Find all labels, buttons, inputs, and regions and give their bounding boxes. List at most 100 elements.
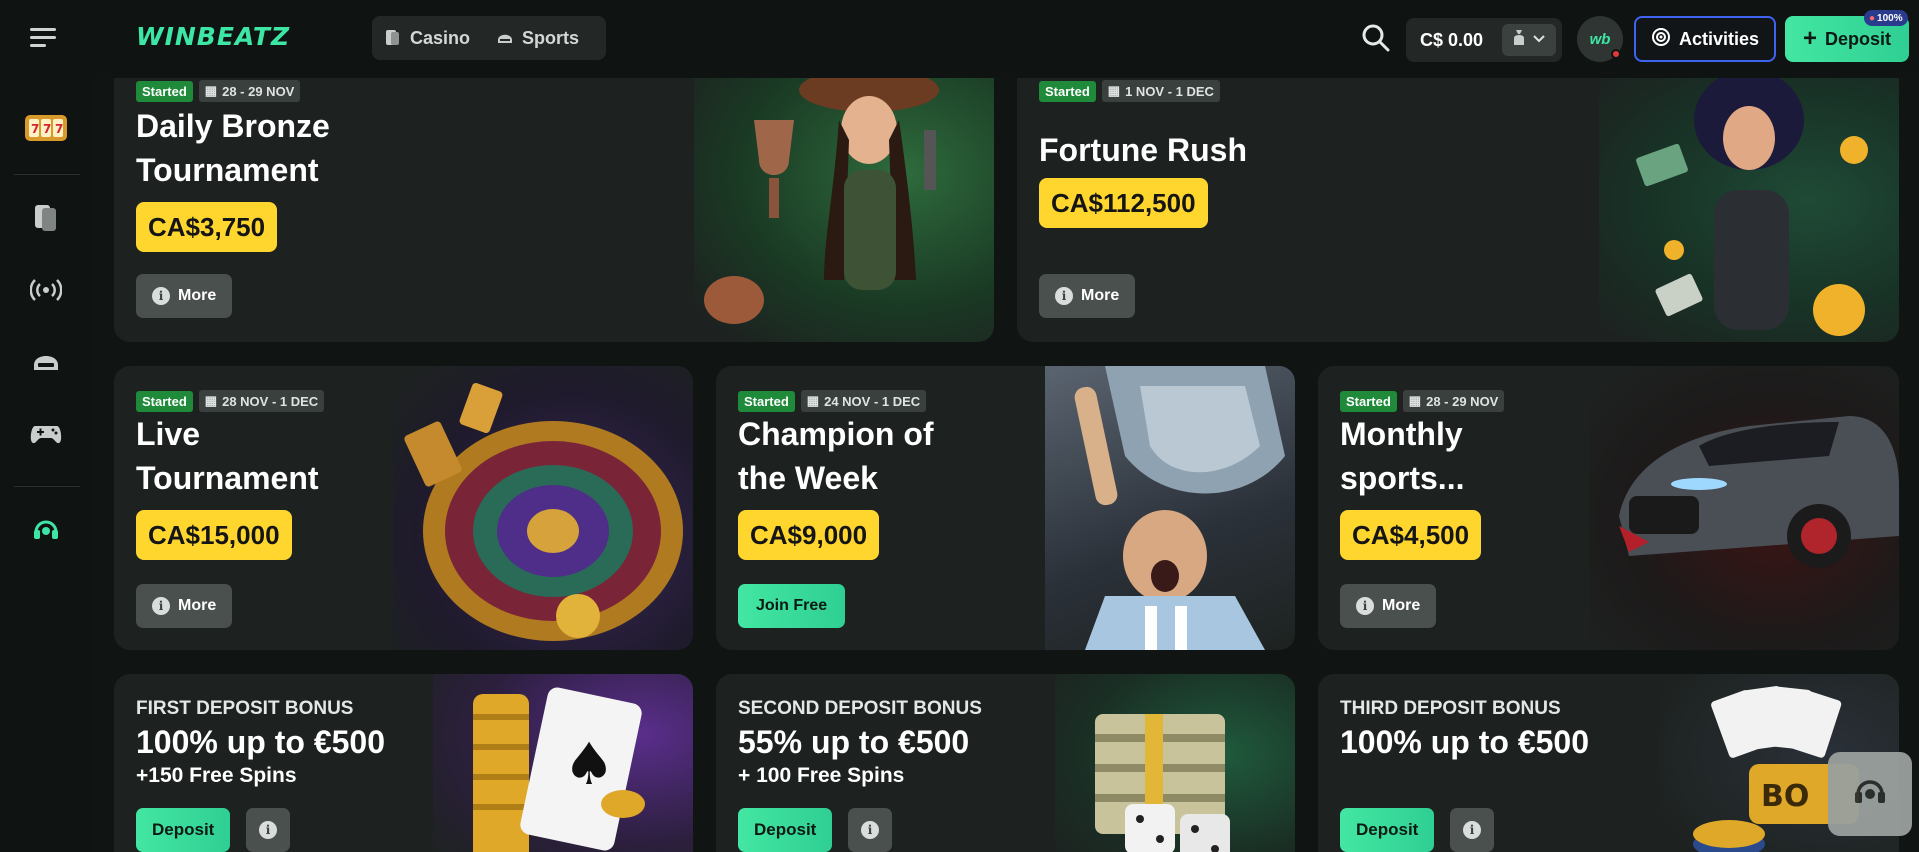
deposit-label: Deposit [1825,28,1892,49]
title-line: Fortune Rush [1039,132,1247,168]
tournament-card-live[interactable]: Started ▦ 28 NOV - 1 DEC Live Tournament … [114,366,693,650]
tournament-card-fortune-rush[interactable]: Started ▦ 1 NOV - 1 DEC Fortune Rush CA$1… [1017,60,1899,342]
date-badge: ▦ 24 NOV - 1 DEC [800,390,927,412]
menu-icon[interactable] [30,26,58,50]
money-bag-icon [1512,29,1526,52]
status-badge: Started [1340,390,1397,412]
tournament-card-daily-bronze[interactable]: Started ▦ 28 - 29 NOV Daily Bronze Tourna… [114,60,994,342]
tournament-tags: Started ▦ 28 - 29 NOV [1340,390,1505,412]
status-badge: Started [136,80,193,102]
sidebar-divider [14,174,80,175]
bonus-card-first-deposit[interactable]: ♠ FIRST DEPOSIT BONUS 100% up to €500 +1… [114,674,693,852]
prize-amount: CA$9,000 [738,510,880,560]
title-line: the Week [738,460,878,496]
slots-icon: 777 [23,111,69,150]
tournament-title: Fortune Rush [1039,128,1247,172]
bonus-art-cash-dice [1055,674,1295,852]
calendar-icon: ▦ [1408,393,1422,408]
sidebar-item-slots[interactable]: 777 [22,106,70,154]
title-line: Daily Bronze [136,108,330,144]
wallet-balance[interactable]: C$ 0.00 [1406,18,1562,62]
tournament-art-sports-car [1589,366,1899,650]
bonus-card-third-deposit[interactable]: BO THIRD DEPOSIT BONUS 100% up to €500 D… [1318,674,1899,852]
sports-helmet-icon [31,349,61,380]
bonus-info-button[interactable]: i [246,808,290,852]
user-avatar[interactable]: wb [1577,16,1623,62]
tournament-art-fortune-lady [1599,60,1899,342]
chevron-down-icon [1532,31,1546,49]
tournament-title: Live Tournament [136,412,319,500]
more-button[interactable]: i More [136,584,233,628]
bonus-deposit-button[interactable]: Deposit [1340,808,1435,852]
support-chat-button[interactable] [1828,752,1912,836]
sidebar-item-live[interactable] [22,268,70,316]
tournament-tags: Started ▦ 28 - 29 NOV [136,80,301,102]
notification-dot [1611,49,1621,59]
site-logo[interactable]: WINBEATZ [136,22,290,51]
left-sidebar: 777 [0,78,92,852]
sidebar-item-games[interactable] [22,412,70,460]
main-nav: Casino Sports [372,16,606,60]
tournament-title: Monthly sports... [1340,412,1464,500]
title-line: Tournament [136,460,319,496]
info-icon: i [259,821,277,839]
date-text: 28 NOV - 1 DEC [222,393,319,409]
date-badge: ▦ 28 NOV - 1 DEC [198,390,325,412]
sidebar-item-support[interactable] [22,508,70,556]
title-line: Monthly [1340,416,1463,452]
prize-amount: CA$15,000 [136,510,292,560]
info-icon: i [152,287,170,305]
tournament-tags: Started ▦ 28 NOV - 1 DEC [136,390,325,412]
bonus-info-button[interactable]: i [1450,808,1494,852]
support-headset-icon [31,515,61,550]
target-icon [1651,27,1671,52]
bonus-headline: 55% up to €500 [738,724,970,760]
status-badge: Started [136,390,193,412]
sidebar-item-casino[interactable] [22,196,70,244]
tournament-card-monthly-sports[interactable]: Started ▦ 28 - 29 NOV Monthly sports... C… [1318,366,1899,650]
search-icon[interactable] [1360,22,1392,54]
info-icon: i [152,597,170,615]
more-button[interactable]: i More [1039,274,1136,318]
bonus-deposit-button[interactable]: Deposit [738,808,833,852]
more-button[interactable]: i More [136,274,233,318]
avatar-initials: wb [1589,30,1611,48]
bonus-label: FIRST DEPOSIT BONUS [136,698,354,719]
nav-casino[interactable]: Casino [384,28,470,49]
bonus-deposit-button[interactable]: Deposit [136,808,231,852]
plus-icon: + [1802,25,1817,52]
gift-icon: ● [1869,12,1876,24]
date-text: 28 - 29 NOV [222,83,295,99]
sidebar-item-sports[interactable] [22,340,70,388]
bonus-card-second-deposit[interactable]: SECOND DEPOSIT BONUS 55% up to €500 + 10… [716,674,1295,852]
live-broadcast-icon [29,277,63,308]
status-badge: Started [1039,80,1096,102]
bonus-subline: + 100 Free Spins [738,764,905,787]
tournament-art-champion [1045,366,1295,650]
more-label: More [1382,597,1421,614]
info-icon: i [1356,597,1374,615]
svg-text:7: 7 [31,122,39,136]
bonus-headline: 100% up to €500 [1340,724,1589,760]
tournament-tags: Started ▦ 24 NOV - 1 DEC [738,390,927,412]
tournament-art-roulette [393,366,693,650]
title-line: Champion of [738,416,934,452]
nav-sports[interactable]: Sports [496,28,579,49]
bonus-label: THIRD DEPOSIT BONUS [1340,698,1561,719]
support-headset-icon [1850,772,1890,817]
tournament-card-champion-week[interactable]: Started ▦ 24 NOV - 1 DEC Champion of the … [716,366,1295,650]
svg-text:BO: BO [1761,779,1809,814]
svg-text:7: 7 [55,122,63,136]
calendar-icon: ▦ [204,393,218,408]
bonus-percent-badge: ● 100% [1864,10,1908,26]
more-button[interactable]: i More [1340,584,1437,628]
join-free-button[interactable]: Join Free [738,584,846,628]
svg-text:♠: ♠ [563,730,615,798]
info-icon: i [1463,821,1481,839]
title-line: Tournament [136,152,319,188]
activities-button[interactable]: Activities [1634,16,1776,62]
status-badge: Started [738,390,795,412]
wallet-dropdown[interactable] [1502,24,1556,56]
bonus-info-button[interactable]: i [848,808,892,852]
prize-amount: CA$4,500 [1340,510,1482,560]
